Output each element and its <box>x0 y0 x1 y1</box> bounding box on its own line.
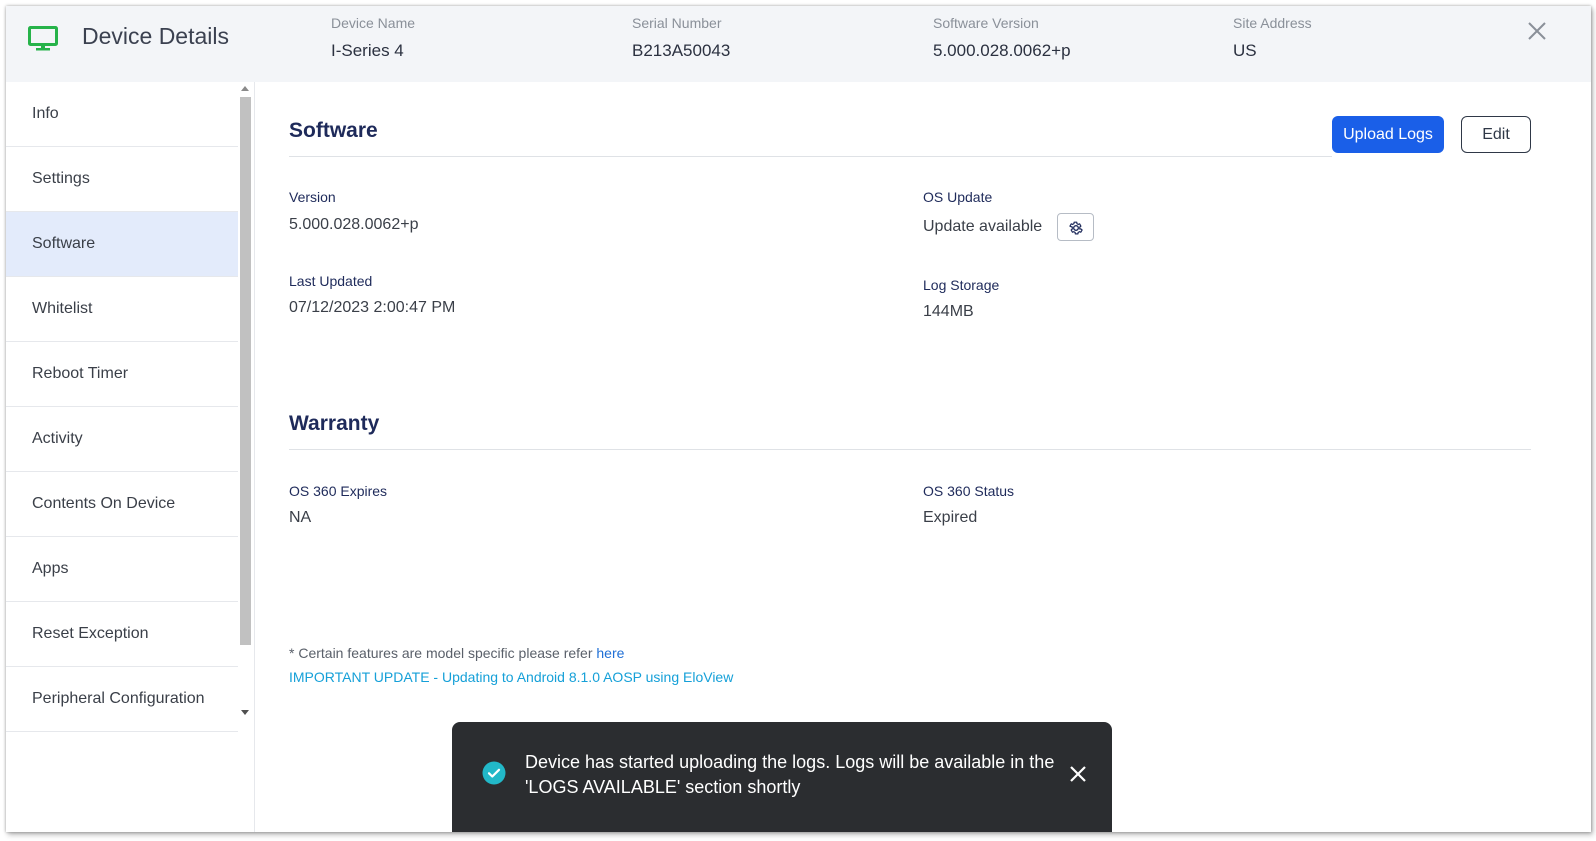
device-name-label: Device Name <box>331 15 416 31</box>
device-details-dialog: Device Details Device Name I-Series 4 Se… <box>6 6 1591 832</box>
sidebar-item-settings[interactable]: Settings <box>6 147 238 212</box>
os360-expires-value: NA <box>289 509 312 526</box>
toast-close-icon[interactable] <box>1069 765 1087 783</box>
os360-status-label: OS 360 Status <box>923 483 1015 499</box>
model-specific-note-text: * Certain features are model specific pl… <box>289 645 593 661</box>
upload-logs-button[interactable]: Upload Logs <box>1332 116 1444 153</box>
software-divider <box>289 156 1332 157</box>
sidebar-item-activity[interactable]: Activity <box>6 407 238 472</box>
warranty-section-title: Warranty <box>289 412 380 435</box>
os-update-label: OS Update <box>923 189 993 205</box>
last-updated-label: Last Updated <box>289 273 373 289</box>
log-storage-label: Log Storage <box>923 277 1000 293</box>
os-update-value: Update available <box>923 218 1043 235</box>
os-update-settings-button[interactable] <box>1057 213 1094 241</box>
edit-button[interactable]: Edit <box>1461 116 1531 153</box>
software-version-field: Software Version 5.000.028.0062+p <box>933 14 1071 61</box>
sidebar-item-apps[interactable]: Apps <box>6 537 238 602</box>
serial-number-label: Serial Number <box>632 15 722 31</box>
version-label: Version <box>289 189 336 205</box>
upload-logs-toast: Device has started uploading the logs. L… <box>452 722 1112 832</box>
dialog-header: Device Details Device Name I-Series 4 Se… <box>6 6 1591 82</box>
sidebar-item-reset-exception[interactable]: Reset Exception <box>6 602 238 667</box>
warranty-divider <box>289 449 1531 450</box>
sidebar-item-whitelist[interactable]: Whitelist <box>6 277 238 342</box>
important-update-link[interactable]: IMPORTANT UPDATE - Updating to Android 8… <box>289 669 733 685</box>
device-name-field: Device Name I-Series 4 <box>331 14 415 61</box>
os360-status-value: Expired <box>923 509 978 526</box>
software-section-title: Software <box>289 119 378 142</box>
last-updated-value: 07/12/2023 2:00:47 PM <box>289 299 456 316</box>
log-storage-value: 144MB <box>923 303 974 320</box>
close-dialog-icon[interactable] <box>1524 18 1550 44</box>
site-address-field: Site Address US <box>1233 14 1312 61</box>
site-address-value: US <box>1233 41 1257 60</box>
version-value: 5.000.028.0062+p <box>289 216 419 233</box>
sidebar-scrollbar-thumb[interactable] <box>240 97 251 645</box>
monitor-icon <box>28 26 58 51</box>
note-here-link[interactable]: here <box>596 645 624 661</box>
dialog-title: Device Details <box>82 23 229 49</box>
scroll-up-arrow-icon[interactable] <box>241 86 249 91</box>
sidebar-item-reboot-timer[interactable]: Reboot Timer <box>6 342 238 407</box>
sidebar-item-contents-on-device[interactable]: Contents On Device <box>6 472 238 537</box>
site-address-label: Site Address <box>1233 15 1312 31</box>
software-version-label: Software Version <box>933 15 1039 31</box>
gear-icon <box>1069 221 1083 235</box>
sidebar-divider <box>254 82 255 832</box>
sidebar-nav: Info Settings Software Whitelist Reboot … <box>6 82 238 732</box>
serial-number-field: Serial Number B213A50043 <box>632 14 730 61</box>
scroll-down-arrow-icon[interactable] <box>241 710 249 715</box>
os360-expires-label: OS 360 Expires <box>289 483 388 499</box>
sidebar-item-info[interactable]: Info <box>6 82 238 147</box>
serial-number-value: B213A50043 <box>632 41 731 60</box>
software-version-value: 5.000.028.0062+p <box>933 41 1071 60</box>
sidebar-item-software[interactable]: Software <box>6 212 238 277</box>
check-circle-icon <box>482 761 506 785</box>
device-name-value: I-Series 4 <box>331 41 404 60</box>
sidebar-item-peripheral-configuration[interactable]: Peripheral Configuration <box>6 667 238 732</box>
toast-message: Device has started uploading the logs. L… <box>525 752 1055 797</box>
model-specific-note: * Certain features are model specific pl… <box>289 645 624 661</box>
